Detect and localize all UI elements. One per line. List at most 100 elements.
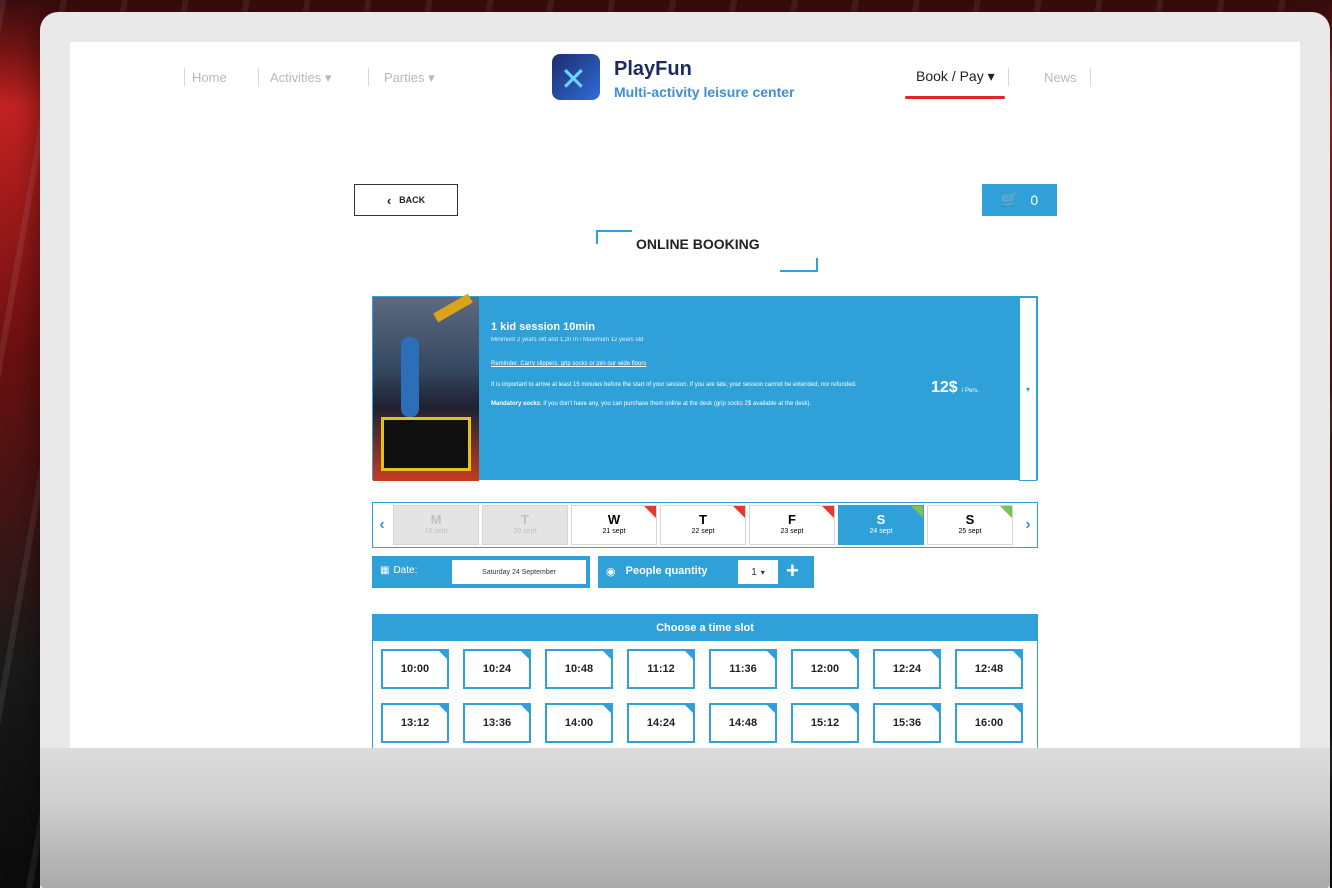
time-slot[interactable]: 16:00: [955, 703, 1023, 743]
slot-marker: [929, 649, 941, 661]
chevron-left-icon: ‹: [386, 192, 392, 208]
slot-marker: [601, 649, 613, 661]
session-select-toggle[interactable]: ▾: [1019, 297, 1037, 481]
day-monday: M 19 sept: [393, 505, 479, 545]
session-card[interactable]: 1 kid session 10min Minimum 2 years old …: [372, 293, 1038, 481]
time-slot-label: 13:12: [400, 717, 430, 729]
back-button[interactable]: ‹ BACK: [354, 184, 458, 216]
nav-separator: [1008, 68, 1009, 86]
time-slot-label: 11:12: [647, 663, 675, 675]
brand-tagline: Multi-activity leisure center: [614, 84, 795, 100]
session-price: 12$ / Pers.: [931, 379, 979, 397]
day-date: 22 sept: [691, 528, 715, 535]
nav-activities-link[interactable]: Activities ▾: [270, 70, 331, 86]
time-slot[interactable]: 13:12: [381, 703, 449, 743]
session-socks-note: Mandatory socks: if you don't have any, …: [491, 400, 901, 409]
session-subtitle: Minimum 2 years old and 1,20 m / Maximum…: [491, 337, 644, 343]
time-slot[interactable]: 10:48: [545, 649, 613, 689]
time-slot[interactable]: 12:24: [873, 649, 941, 689]
full-marker: [733, 506, 745, 518]
chevron-down-icon: ▾: [760, 567, 765, 577]
time-slot[interactable]: 15:36: [873, 703, 941, 743]
time-slot-panel: Choose a time slot 10:00 10:24 10:48 11:…: [372, 614, 1038, 748]
day-friday[interactable]: F 23 sept: [749, 505, 835, 545]
price-value: 12$: [931, 379, 958, 396]
cart-icon: 🛒: [1000, 192, 1019, 208]
day-selector: ‹ M 19 sept T 20 sept W 21 sept T 22 sep…: [372, 502, 1038, 548]
time-slot-label: 15:36: [892, 717, 922, 729]
slot-marker: [683, 649, 695, 661]
time-slot[interactable]: 14:24: [627, 703, 695, 743]
nav-news-link[interactable]: News: [1044, 70, 1077, 85]
nav-book-pay-label: Book / Pay: [916, 68, 984, 84]
people-quantity-select[interactable]: 1 ▾: [738, 560, 778, 584]
cart-button[interactable]: 🛒 0: [982, 184, 1057, 216]
time-slot[interactable]: 14:00: [545, 703, 613, 743]
slot-marker: [847, 649, 859, 661]
session-socks-text: : if you don't have any, you can purchas…: [540, 401, 812, 407]
nav-home-link[interactable]: Home: [192, 70, 227, 85]
brand-logo[interactable]: ✕: [552, 54, 600, 100]
photo-person: [401, 337, 419, 417]
date-label: ▦ Date:: [380, 565, 417, 576]
nav-parties-link[interactable]: Parties ▾: [384, 70, 435, 86]
time-slot[interactable]: 13:36: [463, 703, 531, 743]
top-navigation: Home Activities ▾ Parties ▾ ✕ PlayFun Mu…: [70, 42, 1300, 122]
time-slot-label: 14:48: [728, 717, 758, 729]
chevron-left-icon: ‹: [379, 516, 385, 533]
calendar-icon: ▦: [380, 565, 390, 576]
session-info-link[interactable]: Reminder: Carry slippers, grip socks or …: [491, 361, 901, 367]
title-bracket-decor: [780, 258, 818, 272]
monitor-chin: [40, 748, 1330, 888]
time-slot-label: 16:00: [974, 717, 1004, 729]
day-letter: M: [430, 512, 442, 527]
logo-icon: ✕: [560, 60, 587, 98]
day-date: 20 sept: [513, 528, 537, 535]
people-icon: ◉: [606, 565, 616, 578]
session-socks-bold: Mandatory socks: [491, 401, 541, 407]
time-slot[interactable]: 14:48: [709, 703, 777, 743]
days-prev-button[interactable]: ‹: [373, 503, 391, 547]
session-title: 1 kid session 10min: [491, 321, 595, 333]
chevron-down-icon: ▾: [1025, 384, 1030, 394]
time-slot[interactable]: 10:24: [463, 649, 531, 689]
time-slot[interactable]: 11:12: [627, 649, 695, 689]
date-input[interactable]: Saturday 24 September: [452, 560, 586, 584]
add-person-button[interactable]: +: [786, 558, 799, 584]
nav-book-pay-link[interactable]: Book / Pay ▾: [916, 68, 995, 85]
time-slot-label: 12:24: [892, 663, 922, 675]
chevron-down-icon: ▾: [428, 70, 435, 85]
day-wednesday[interactable]: W 21 sept: [571, 505, 657, 545]
slot-marker: [601, 703, 613, 715]
slot-marker: [437, 649, 449, 661]
photo-trampoline: [381, 417, 471, 471]
day-sunday[interactable]: S 25 sept: [927, 505, 1013, 545]
time-slot[interactable]: 10:00: [381, 649, 449, 689]
slot-marker: [519, 703, 531, 715]
slot-marker: [1011, 703, 1023, 715]
people-label: ◉ People quantity: [606, 565, 708, 578]
time-slot-label: 14:00: [564, 717, 594, 729]
day-date: 23 sept: [780, 528, 804, 535]
people-label-text: People quantity: [625, 565, 708, 577]
time-slot[interactable]: 12:00: [791, 649, 859, 689]
time-slot[interactable]: 12:48: [955, 649, 1023, 689]
time-slot[interactable]: 15:12: [791, 703, 859, 743]
days-next-button[interactable]: ›: [1019, 503, 1037, 547]
time-slot[interactable]: 11:36: [709, 649, 777, 689]
people-quantity-field: ◉ People quantity 1 ▾ +: [598, 556, 814, 588]
nav-activities-label: Activities: [270, 70, 322, 85]
people-quantity-value: 1: [751, 566, 757, 578]
back-button-label: BACK: [399, 195, 426, 205]
slot-marker: [847, 703, 859, 715]
slot-marker: [765, 703, 777, 715]
nav-parties-label: Parties: [384, 70, 425, 85]
available-marker: [911, 506, 923, 518]
page-title: ONLINE BOOKING: [636, 236, 760, 252]
time-slot-label: 14:24: [646, 717, 676, 729]
slot-marker: [437, 703, 449, 715]
day-thursday[interactable]: T 22 sept: [660, 505, 746, 545]
time-slot-label: 10:48: [564, 663, 594, 675]
available-marker: [1000, 506, 1012, 518]
day-saturday[interactable]: S 24 sept: [838, 505, 924, 545]
